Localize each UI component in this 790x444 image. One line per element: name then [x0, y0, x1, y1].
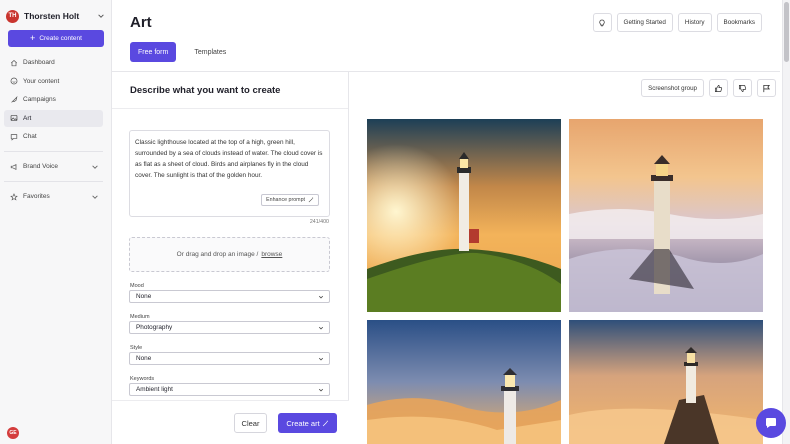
sidebar-item-favorites[interactable]: Favorites — [4, 188, 103, 205]
account-switcher[interactable]: TH Thorsten Holt — [6, 4, 105, 28]
generated-image-2[interactable] — [569, 119, 763, 312]
sidebar-item-brand-voice[interactable]: Brand Voice — [4, 158, 103, 175]
keywords-value: Ambient light — [136, 386, 173, 393]
sidebar-item-your-content[interactable]: Your content — [4, 73, 103, 90]
style-value: None — [136, 355, 152, 362]
keywords-select[interactable]: Ambient light — [129, 383, 330, 396]
mood-select[interactable]: None — [129, 290, 330, 303]
sidebar-item-label: Your content — [23, 77, 60, 85]
sidebar-divider — [4, 181, 103, 182]
mood-value: None — [136, 293, 152, 300]
medium-value: Photography — [136, 324, 173, 331]
magic-wand-icon — [322, 420, 328, 426]
tips-button[interactable] — [592, 13, 612, 32]
tab-free-form[interactable]: Free form — [130, 42, 177, 62]
bottom-avatar[interactable]: GE — [7, 427, 19, 439]
form-panel: Describe what you want to create Classic… — [112, 72, 349, 444]
support-chat-button[interactable] — [756, 408, 786, 438]
drop-zone-text: Or drag and drop an image / — [176, 251, 259, 258]
getting-started-button[interactable]: Getting Started — [616, 13, 673, 32]
generated-image-3[interactable] — [367, 320, 561, 444]
page-title: Art — [130, 14, 152, 31]
keywords-label: Keywords — [130, 376, 155, 382]
sidebar-item-campaigns[interactable]: Campaigns — [4, 91, 103, 108]
results-toolbar: Screenshot group — [641, 79, 776, 97]
sidebar-item-label: Chat — [23, 133, 37, 140]
chat-bubble-icon — [766, 418, 776, 428]
chevron-down-icon — [318, 388, 324, 392]
image-drop-zone[interactable]: Or drag and drop an image / browse — [129, 237, 330, 272]
browse-link[interactable]: browse — [261, 251, 282, 258]
chevron-down-icon — [318, 295, 324, 299]
prompt-textarea[interactable]: Classic lighthouse located at the top of… — [129, 130, 330, 217]
header-actions: Getting Started History Bookmarks — [592, 13, 762, 32]
medium-label: Medium — [130, 314, 150, 320]
home-icon — [10, 59, 18, 66]
mood-label: Mood — [130, 283, 144, 289]
prompt-text: Classic lighthouse located at the top of… — [135, 139, 323, 179]
bookmarks-button[interactable]: Bookmarks — [716, 13, 762, 32]
user-avatar: TH — [6, 9, 19, 23]
enhance-prompt-label: Enhance prompt — [266, 196, 305, 203]
magic-wand-icon — [308, 197, 314, 203]
form-footer: Clear Create art — [112, 400, 349, 444]
style-label: Style — [130, 345, 143, 351]
lightbulb-icon — [599, 19, 605, 26]
create-art-label: Create art — [286, 418, 320, 428]
thumbs-down-button[interactable] — [733, 79, 752, 97]
user-name: Thorsten Holt — [24, 11, 80, 21]
report-button[interactable] — [757, 79, 776, 97]
rocket-icon — [11, 95, 18, 103]
screenshot-group-button[interactable]: Screenshot group — [641, 79, 704, 97]
thumbs-up-icon — [714, 84, 723, 92]
megaphone-icon — [10, 163, 17, 170]
chevron-down-icon — [98, 14, 104, 18]
medium-select[interactable]: Photography — [129, 321, 330, 334]
generated-image-1[interactable] — [367, 119, 561, 312]
mode-tabs: Free form Templates — [130, 42, 234, 62]
create-content-label: Create content — [39, 35, 82, 42]
star-icon — [10, 192, 18, 200]
clear-button[interactable]: Clear — [234, 413, 267, 433]
enhance-prompt-button[interactable]: Enhance prompt — [261, 194, 319, 206]
image-icon — [10, 115, 18, 121]
sidebar-nav: Dashboard Your content Campaigns Art Cha… — [4, 54, 103, 207]
chevron-down-icon — [92, 194, 98, 199]
sidebar-item-chat[interactable]: Chat — [4, 128, 103, 145]
sidebar-item-art[interactable]: Art — [4, 109, 103, 127]
chevron-down-icon — [318, 357, 324, 361]
create-art-button[interactable]: Create art — [278, 413, 337, 433]
chat-icon — [10, 133, 18, 141]
create-content-button[interactable]: + Create content — [8, 30, 104, 47]
sidebar-item-label: Brand Voice — [23, 163, 59, 170]
thumbs-down-icon — [738, 84, 747, 92]
scrollbar-thumb[interactable] — [784, 2, 789, 62]
tab-templates[interactable]: Templates — [180, 42, 234, 62]
chevron-down-icon — [318, 326, 324, 330]
sidebar-item-label: Dashboard — [23, 59, 55, 66]
character-count: 241/400 — [309, 219, 329, 225]
generated-image-4[interactable] — [569, 320, 763, 444]
form-heading: Describe what you want to create — [130, 85, 281, 96]
thumbs-up-button[interactable] — [709, 79, 728, 97]
sidebar-item-label: Favorites — [23, 193, 50, 200]
sidebar: TH Thorsten Holt + Create content Dashbo… — [0, 0, 112, 444]
plus-icon: + — [30, 33, 36, 43]
history-button[interactable]: History — [677, 13, 712, 32]
panel-divider — [112, 108, 348, 109]
page-scrollbar[interactable] — [782, 0, 790, 444]
chevron-down-icon — [92, 164, 98, 169]
sidebar-item-label: Campaigns — [23, 96, 56, 103]
smile-icon — [10, 77, 18, 85]
sidebar-item-dashboard[interactable]: Dashboard — [4, 54, 103, 71]
flag-icon — [763, 84, 771, 92]
style-select[interactable]: None — [129, 352, 330, 365]
sidebar-item-label: Art — [23, 114, 32, 122]
sidebar-divider — [4, 151, 103, 152]
